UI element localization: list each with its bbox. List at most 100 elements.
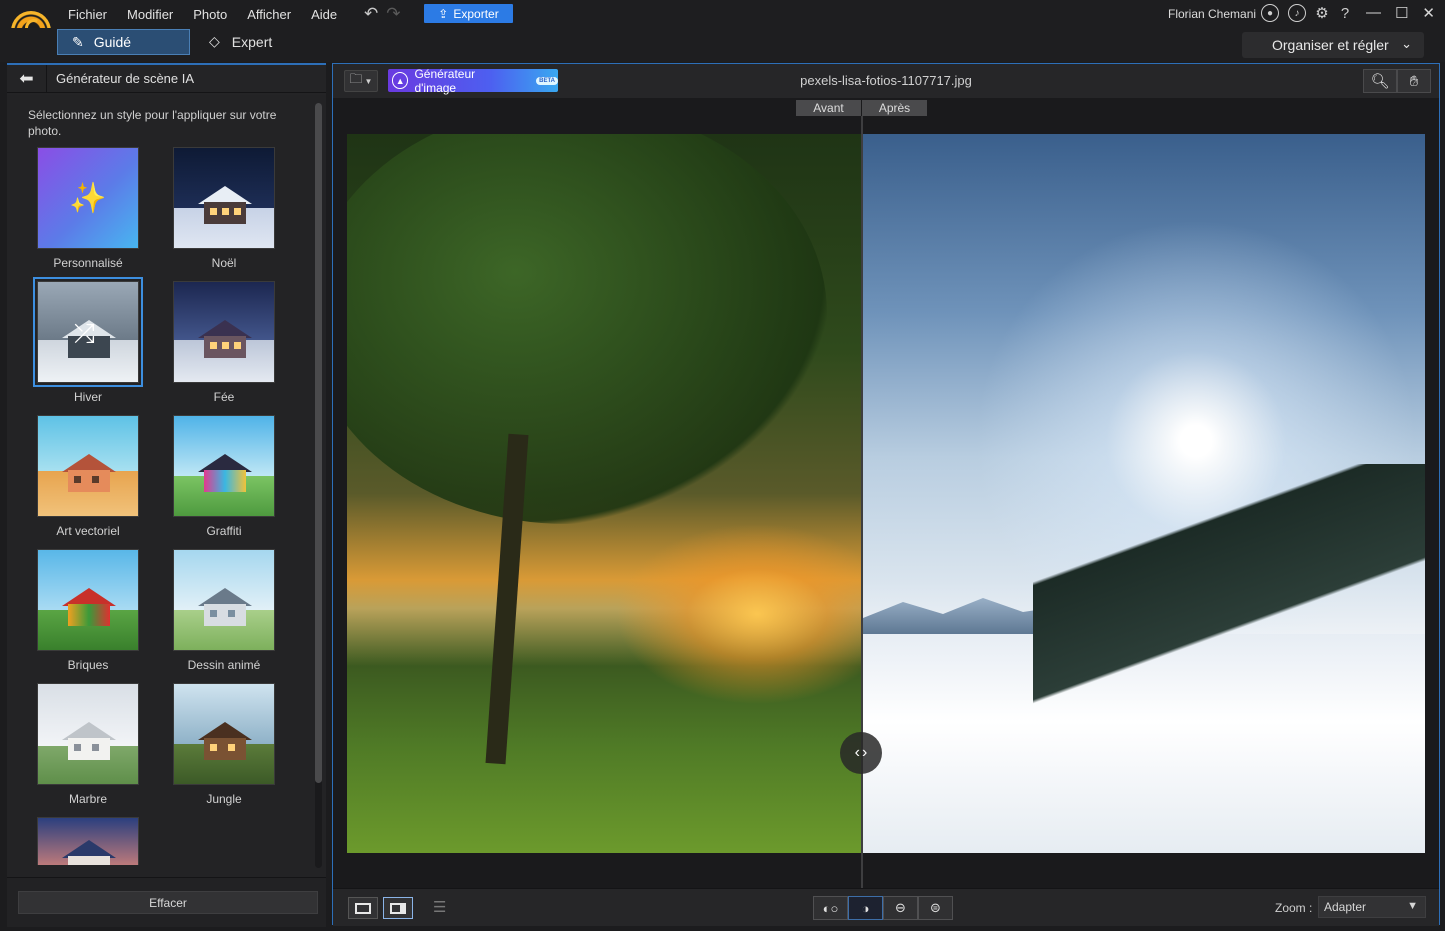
- clear-button[interactable]: Effacer: [18, 891, 318, 914]
- style-label: Dessin animé: [187, 658, 261, 672]
- panel-title: Générateur de scène IA: [56, 71, 195, 86]
- help-icon[interactable]: ?: [1338, 4, 1352, 22]
- style-tile-dessin-anime[interactable]: Dessin animé: [169, 549, 279, 672]
- after-label: Après: [862, 100, 927, 116]
- single-view-button[interactable]: [348, 897, 378, 919]
- chevron-right-icon: ›: [862, 744, 868, 761]
- redo-icon[interactable]: ↷: [386, 4, 400, 24]
- canvas-bottom-bar: ☰ ◐○ ◑ ⊖ ⊜ Zoom : Adapter ▼: [333, 888, 1439, 926]
- menu-modifier[interactable]: Modifier: [117, 7, 183, 22]
- expert-mode-button[interactable]: ◇ Expert: [209, 33, 272, 50]
- menu-afficher[interactable]: Afficher: [237, 7, 301, 22]
- style-tile-fee[interactable]: Fée: [169, 281, 279, 404]
- before-label: Avant: [796, 100, 861, 116]
- canvas-toolbar: 🗀 ▼ ▲ Générateur d'image BETA pexels-lis…: [333, 64, 1439, 98]
- style-tile-partial[interactable]: [33, 817, 143, 865]
- house-image: [198, 186, 252, 224]
- compare-slider-handle[interactable]: ‹ ›: [840, 732, 882, 774]
- house-image: [62, 840, 116, 865]
- magic-wand-icon: ✨: [69, 181, 107, 215]
- magic-wand-icon: ✎: [72, 33, 84, 50]
- top-icons: ● ♪ ⚙ ?: [1261, 4, 1352, 22]
- maximize-icon[interactable]: ☐: [1395, 4, 1408, 22]
- guide-label: Guidé: [93, 34, 132, 50]
- split-view-button[interactable]: [383, 897, 413, 919]
- style-label: Briques: [67, 658, 109, 672]
- compare-mode-group: ◐○ ◑ ⊖ ⊜: [813, 896, 953, 920]
- hiver-thumbnail: ⤮: [33, 277, 143, 387]
- scrollbar-thumb[interactable]: [315, 103, 322, 783]
- style-tile-briques[interactable]: Briques: [33, 549, 143, 672]
- compare-list-icon[interactable]: ☰: [433, 898, 446, 916]
- workspace-label: Organiser et régler: [1272, 37, 1389, 53]
- house-image: [62, 722, 116, 760]
- menu-bar: Fichier Modifier Photo Afficher Aide: [58, 7, 347, 22]
- house-image: [198, 320, 252, 358]
- style-label: Personnalisé: [53, 256, 123, 270]
- menu-fichier[interactable]: Fichier: [58, 7, 117, 22]
- split-view-icon: [390, 902, 406, 914]
- window-controls: — ☐ ✕: [1366, 4, 1435, 22]
- upload-icon: ⇪: [438, 6, 449, 21]
- account-icon[interactable]: ●: [1261, 4, 1279, 22]
- expert-label: Expert: [231, 33, 273, 50]
- vertical-split-icon[interactable]: ◑: [848, 896, 883, 920]
- user-name: Florian Chemani: [1168, 7, 1257, 21]
- menu-aide[interactable]: Aide: [301, 7, 347, 22]
- minimize-icon[interactable]: —: [1366, 4, 1381, 22]
- notification-bell-icon[interactable]: ♪: [1288, 4, 1306, 22]
- file-name: pexels-lisa-fotios-1107717.jpg: [800, 73, 972, 88]
- after-photo: [863, 134, 1425, 853]
- house-image: [198, 722, 252, 760]
- style-tile-art-vectoriel[interactable]: Art vectoriel: [33, 415, 143, 538]
- style-label: Hiver: [73, 390, 102, 404]
- export-label: Exporter: [453, 6, 499, 21]
- tree-canopy: [347, 134, 827, 524]
- zoom-tool-icon[interactable]: 🔍︎: [1363, 69, 1397, 93]
- chevron-left-icon: ‹: [854, 744, 860, 761]
- style-tile-personnalise[interactable]: ✨ Personnalisé: [33, 147, 143, 270]
- pan-hand-icon[interactable]: ✋︎: [1397, 69, 1431, 93]
- panel-body: Sélectionnez un style pour l'appliquer s…: [7, 95, 326, 877]
- panel-description: Sélectionnez un style pour l'appliquer s…: [28, 108, 277, 138]
- compare-divider[interactable]: [861, 116, 863, 906]
- side-by-side-icon[interactable]: ◐○: [813, 896, 848, 920]
- house-image: [62, 454, 116, 492]
- style-label: Fée: [213, 390, 235, 404]
- app-window: Fichier Modifier Photo Afficher Aide ↶ ↷…: [0, 0, 1445, 931]
- shuffle-icon: ⤮: [74, 318, 95, 348]
- zoom-label: Zoom :: [1275, 901, 1313, 915]
- canvas-panel: 🗀 ▼ ▲ Générateur d'image BETA pexels-lis…: [332, 63, 1440, 926]
- guide-mode-button[interactable]: ✎ Guidé: [57, 29, 190, 55]
- undo-icon[interactable]: ↶: [364, 4, 378, 24]
- style-label: Graffiti: [206, 524, 242, 538]
- undo-redo-group: ↶ ↷: [364, 4, 401, 24]
- top-bottom-split-icon[interactable]: ⊜: [918, 896, 953, 920]
- jungle-thumbnail: [173, 683, 275, 785]
- style-tile-hiver[interactable]: ⤮ Hiver: [33, 277, 143, 404]
- briques-thumbnail: [37, 549, 139, 651]
- export-button[interactable]: ⇪ Exporter: [424, 4, 513, 23]
- close-icon[interactable]: ✕: [1422, 4, 1435, 22]
- menu-photo[interactable]: Photo: [183, 7, 237, 22]
- style-tile-graffiti[interactable]: Graffiti: [169, 415, 279, 538]
- horizontal-split-icon[interactable]: ⊖: [883, 896, 918, 920]
- style-tile-marbre[interactable]: Marbre: [33, 683, 143, 806]
- workspace-dropdown[interactable]: Organiser et régler ⌄: [1242, 32, 1424, 58]
- back-arrow-icon[interactable]: ⬅: [7, 64, 47, 93]
- style-tile-noel[interactable]: Noël: [169, 147, 279, 270]
- panel-header: ⬅ Générateur de scène IA: [7, 64, 326, 93]
- art-vectoriel-thumbnail: [37, 415, 139, 517]
- house-image: [62, 588, 116, 626]
- noel-thumbnail: [173, 147, 275, 249]
- house-image: [198, 454, 252, 492]
- sunset-thumbnail: [37, 817, 139, 865]
- custom-style-thumbnail: ✨: [37, 147, 139, 249]
- scene-generator-panel: ⬅ Générateur de scène IA Sélectionnez un…: [7, 63, 326, 927]
- panel-scrollbar[interactable]: [315, 103, 322, 868]
- settings-gear-icon[interactable]: ⚙: [1315, 4, 1329, 22]
- style-tile-jungle[interactable]: Jungle: [169, 683, 279, 806]
- zoom-value: Adapter: [1324, 900, 1367, 914]
- zoom-dropdown[interactable]: Adapter ▼: [1318, 896, 1426, 918]
- fee-thumbnail: [173, 281, 275, 383]
